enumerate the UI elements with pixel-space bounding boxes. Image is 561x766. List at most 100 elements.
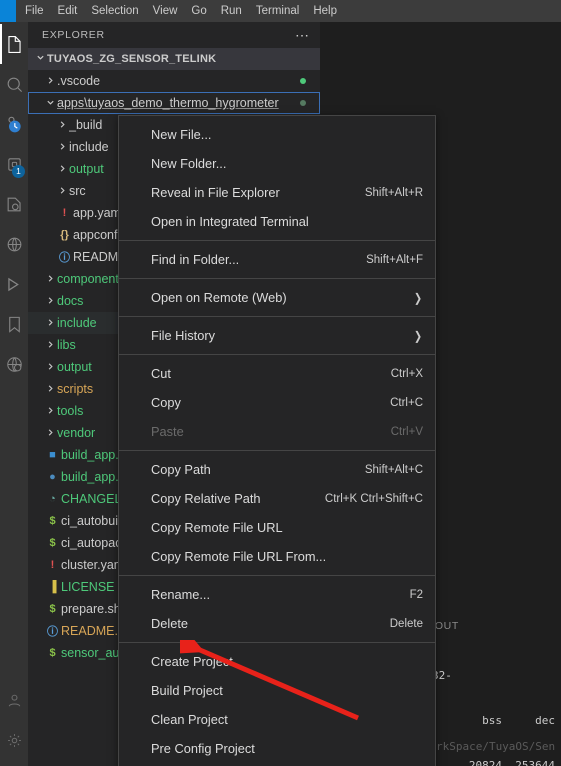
- changelog-icon: ◔: [49, 493, 56, 505]
- tree-folder-row[interactable]: apps\tuyaos_demo_thermo_hygrometer: [28, 92, 320, 114]
- menu-separator: [119, 316, 435, 317]
- menubar-item-terminal[interactable]: Terminal: [249, 1, 306, 21]
- file-context-menu[interactable]: New File... New Folder... Reveal in File E…: [118, 115, 436, 766]
- shell-icon: $: [49, 537, 56, 549]
- activitybar-item-search[interactable]: [0, 64, 28, 104]
- menubar-item-help[interactable]: Help: [306, 1, 344, 21]
- context-menu-item-shortcut: Shift+Alt+R: [364, 186, 423, 199]
- context-menu-item-shortcut: Shift+Alt+F: [366, 253, 423, 266]
- explorer-icon: [5, 35, 24, 54]
- context-menu-item-copy-path[interactable]: Copy Path Shift+Alt+C: [119, 455, 435, 484]
- tree-item-label: .vscode: [57, 74, 101, 88]
- context-menu-item-pre-config-project[interactable]: Pre Config Project: [119, 734, 435, 763]
- activitybar-item-bookmarks[interactable]: [0, 304, 28, 344]
- context-menu-item-open-in-integrated-terminal[interactable]: Open in Integrated Terminal: [119, 207, 435, 236]
- context-menu-item-label: New Folder...: [151, 156, 227, 171]
- tree-item-label: include: [69, 140, 109, 154]
- context-menu-item-open-on-remote-web[interactable]: Open on Remote (Web) ❯: [119, 283, 435, 312]
- context-menu-item-label: New File...: [151, 127, 212, 142]
- tree-item-label: libs: [57, 338, 76, 352]
- context-menu-item-shortcut: Ctrl+C: [390, 396, 423, 409]
- context-menu-item-cut[interactable]: Cut Ctrl+X: [119, 359, 435, 388]
- context-menu-item-file-history[interactable]: File History ❯: [119, 321, 435, 350]
- markdown-info-icon: ⓘ: [47, 626, 58, 638]
- menubar-item-edit[interactable]: Edit: [51, 1, 85, 21]
- context-menu-item-label: Find in Folder...: [151, 252, 240, 267]
- activitybar-item-timeline[interactable]: [0, 104, 28, 144]
- menu-bar[interactable]: File Edit Selection View Go Run Terminal Help: [18, 0, 344, 22]
- settings-gear-icon: [6, 732, 23, 749]
- tree-item-label: output: [57, 360, 92, 374]
- shell-icon: $: [49, 515, 56, 527]
- testing-beaker-icon: [5, 275, 24, 294]
- bookmark-icon: [5, 315, 24, 334]
- license-icon: ▐: [48, 581, 57, 593]
- context-menu-item-build-project[interactable]: Build Project: [119, 676, 435, 705]
- context-menu-item-label: Create Project: [151, 654, 233, 669]
- vscode-window: File Edit Selection View Go Run Terminal Help: [0, 0, 561, 766]
- context-menu-item-label: Cut: [151, 366, 171, 381]
- activitybar-item-remote-explorer[interactable]: [0, 224, 28, 264]
- context-menu-item-copy[interactable]: Copy Ctrl+C: [119, 388, 435, 417]
- context-menu-item-paste: Paste Ctrl+V: [119, 417, 435, 446]
- tree-item-label: src: [69, 184, 86, 198]
- context-menu-item-create-project[interactable]: Create Project: [119, 647, 435, 676]
- tree-item-label: docs: [57, 294, 84, 308]
- menu-separator: [119, 575, 435, 576]
- tree-item-label: output: [69, 162, 104, 176]
- context-menu-item-label: Pre Config Project: [151, 741, 255, 756]
- markdown-info-icon: ⓘ: [59, 252, 70, 264]
- activitybar-item-source-control[interactable]: 1: [0, 144, 28, 184]
- menubar-item-view[interactable]: View: [146, 1, 185, 21]
- context-menu-item-label: Build Project: [151, 683, 223, 698]
- context-menu-item-label: Copy Remote File URL From...: [151, 549, 327, 564]
- json-icon: {}: [60, 229, 69, 241]
- activitybar-item-settings[interactable]: [0, 720, 28, 760]
- chevron-down-icon: [44, 98, 57, 109]
- context-menu-item-find-in-folder[interactable]: Find in Folder... Shift+Alt+F: [119, 245, 435, 274]
- explorer-root-folder[interactable]: TUYAOS_ZG_SENSOR_TELINK: [28, 48, 320, 70]
- menubar-item-run[interactable]: Run: [214, 1, 249, 21]
- tree-item-label: scripts: [57, 382, 94, 396]
- context-menu-item-new-folder[interactable]: New Folder...: [119, 149, 435, 178]
- sidebar-more-actions-icon[interactable]: ⋯: [295, 28, 310, 42]
- chevron-right-icon: [44, 274, 57, 285]
- chevron-right-icon: [44, 340, 57, 351]
- chevron-right-icon: ❯: [413, 328, 422, 343]
- activity-bar-bottom: [0, 680, 28, 760]
- activitybar-item-accounts[interactable]: [0, 680, 28, 720]
- context-menu-item-reveal-in-file-explorer[interactable]: Reveal in File Explorer Shift+Alt+R: [119, 178, 435, 207]
- git-status-dot-icon: [300, 78, 306, 84]
- context-menu-item-copy-remote-file-url-from[interactable]: Copy Remote File URL From...: [119, 542, 435, 571]
- context-menu-item-label: Copy: [151, 395, 181, 410]
- context-menu-item-label: Paste: [151, 424, 184, 439]
- run-debug-icon: [5, 195, 24, 214]
- activitybar-item-extensions[interactable]: [0, 344, 28, 384]
- chevron-down-icon: [34, 53, 47, 65]
- sidebar-header: EXPLORER ⋯: [28, 22, 320, 48]
- context-menu-item-label: Reveal in File Explorer: [151, 185, 280, 200]
- context-menu-item-label: Open on Remote (Web): [151, 290, 287, 305]
- activitybar-item-explorer[interactable]: [0, 24, 28, 64]
- menubar-item-file[interactable]: File: [18, 1, 51, 21]
- chevron-right-icon: [44, 362, 57, 373]
- panel-tab-out[interactable]: OUT: [435, 620, 459, 636]
- context-menu-item-delete[interactable]: Delete Delete: [119, 609, 435, 638]
- menubar-item-go[interactable]: Go: [184, 1, 213, 21]
- context-menu-item-copy-remote-file-url[interactable]: Copy Remote File URL: [119, 513, 435, 542]
- context-menu-item-new-file[interactable]: New File...: [119, 120, 435, 149]
- tree-item-label: prepare.sh: [61, 602, 121, 616]
- tree-folder-row[interactable]: .vscode: [28, 70, 320, 92]
- context-menu-item-copy-relative-path[interactable]: Copy Relative Path Ctrl+K Ctrl+Shift+C: [119, 484, 435, 513]
- chevron-right-icon: [44, 428, 57, 439]
- menubar-item-selection[interactable]: Selection: [84, 1, 145, 21]
- context-menu-item-clean-project[interactable]: Clean Project: [119, 705, 435, 734]
- yaml-icon: !: [50, 559, 55, 571]
- accounts-icon: [6, 692, 23, 709]
- chevron-right-icon: [44, 76, 57, 87]
- activitybar-item-testing[interactable]: [0, 264, 28, 304]
- context-menu-item-shortcut: F2: [409, 588, 423, 601]
- activitybar-item-run-debug[interactable]: [0, 184, 28, 224]
- context-menu-item-rename[interactable]: Rename... F2: [119, 580, 435, 609]
- tree-item-label: components: [57, 272, 126, 286]
